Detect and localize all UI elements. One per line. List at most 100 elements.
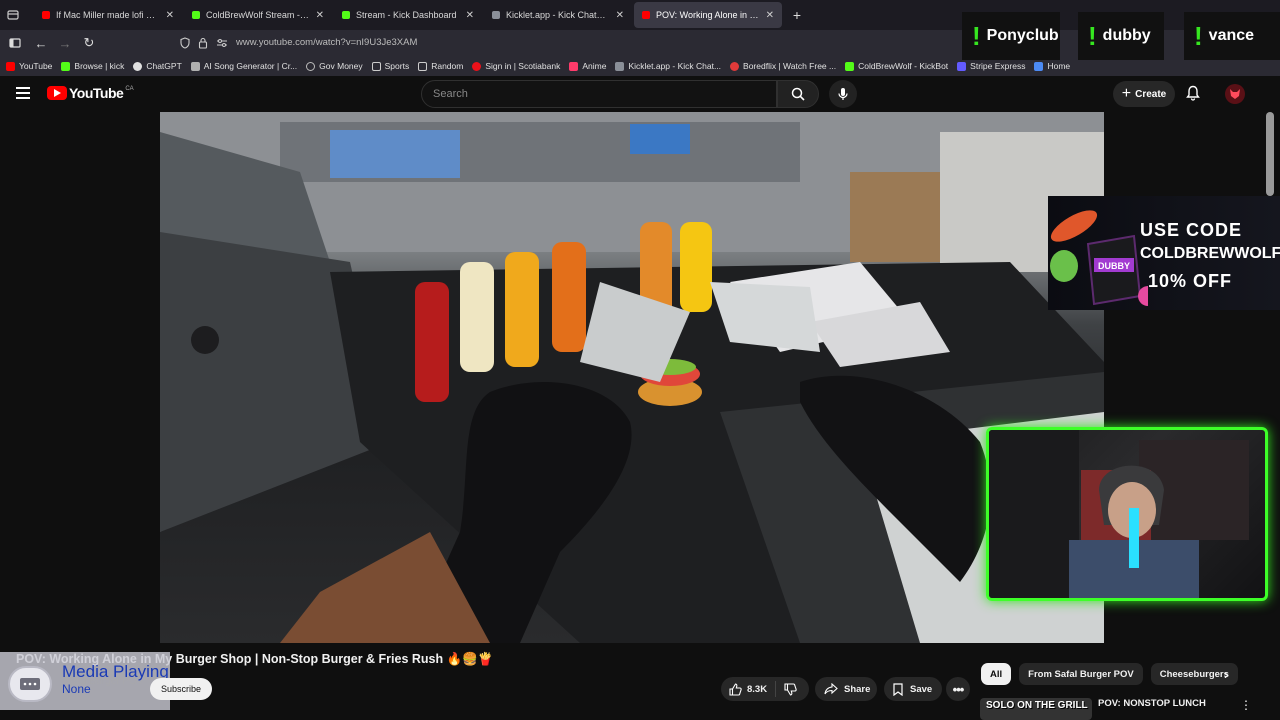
bookmark-icon xyxy=(893,682,903,696)
recommended-title[interactable]: POV: NONSTOP LUNCH xyxy=(1098,698,1206,709)
forward-arrow-icon[interactable]: → xyxy=(53,31,77,55)
exclamation-icon: ! xyxy=(1088,20,1097,51)
youtube-favicon-icon xyxy=(642,11,650,19)
tab-title: Kicklet.app - Kick Chatbot and Streaming xyxy=(506,10,610,20)
reload-icon[interactable]: ↻ xyxy=(77,31,101,55)
close-tab-icon[interactable]: ✕ xyxy=(316,10,324,21)
site-settings-icon[interactable] xyxy=(216,36,228,54)
chip-from-channel[interactable]: From Safal Burger POV xyxy=(1019,663,1143,685)
more-horizontal-icon: ••• xyxy=(952,681,965,697)
notifications-bell-icon[interactable] xyxy=(1186,85,1200,106)
browser-tab[interactable]: If Mac Miller made lofi hip hop ✕ xyxy=(34,2,182,28)
search-input[interactable]: Search xyxy=(421,80,777,108)
bookmark-browse-kick[interactable]: Browse | kick xyxy=(61,61,124,71)
back-arrow-icon[interactable]: ← xyxy=(29,31,53,55)
channel-name[interactable]: Safal Burger POV xyxy=(64,676,143,687)
kick-favicon-icon xyxy=(192,11,200,19)
share-button[interactable]: Share xyxy=(815,677,877,701)
subscribe-button[interactable]: Subscribe xyxy=(150,678,212,700)
streamer-webcam xyxy=(986,427,1268,601)
bookmark-scotiabank[interactable]: Sign in | Scotiabank xyxy=(472,61,560,71)
browser-tab-active[interactable]: POV: Working Alone in My ✕ xyxy=(634,2,782,28)
webcam-feed-image xyxy=(989,430,1249,598)
create-button[interactable]: + Create xyxy=(1113,81,1175,107)
stream-sponsor-tags: ! Ponyclub ! dubby ! vance xyxy=(962,10,1280,62)
shield-icon[interactable] xyxy=(180,36,190,54)
ai-song-icon xyxy=(190,61,200,71)
browser-tab[interactable]: Kicklet.app - Kick Chatbot and Streaming… xyxy=(484,2,632,28)
ad-line: COLDBREWWOLF xyxy=(1140,245,1280,262)
bookmark-stripe-express[interactable]: Stripe Express xyxy=(957,61,1025,71)
close-tab-icon[interactable]: ✕ xyxy=(616,10,624,21)
chevron-right-icon[interactable]: › xyxy=(1224,666,1229,682)
voice-search-button[interactable] xyxy=(829,80,857,108)
bookmark-kicklet[interactable]: Kicklet.app - Kick Chat... xyxy=(615,61,721,71)
plus-icon: + xyxy=(1121,85,1132,102)
thumbnail-text: SOLO ON THE GRILL xyxy=(986,700,1088,711)
boredflix-icon xyxy=(730,61,740,71)
tab-title: POV: Working Alone in My xyxy=(656,10,760,20)
sponsor-tag: ! vance xyxy=(1184,12,1280,60)
search-button[interactable] xyxy=(777,80,819,108)
search-icon xyxy=(791,87,805,101)
bookmark-chatgpt[interactable]: ChatGPT xyxy=(133,61,182,71)
page-scrollbar[interactable] xyxy=(1266,112,1274,196)
save-button[interactable]: Save xyxy=(884,677,942,701)
more-vertical-icon[interactable]: ⋮ xyxy=(1240,698,1252,712)
chatgpt-icon xyxy=(133,61,143,71)
folder-icon xyxy=(371,61,381,71)
recommended-thumbnail[interactable]: SOLO ON THE GRILL xyxy=(980,698,1092,720)
folder-icon xyxy=(418,61,428,71)
menu-icon[interactable] xyxy=(16,87,30,102)
exclamation-icon: ! xyxy=(972,20,981,51)
bookmark-anime[interactable]: Anime xyxy=(569,61,606,71)
browser-tab[interactable]: Stream - Kick Dashboard ✕ xyxy=(334,2,482,28)
video-player[interactable] xyxy=(160,112,1104,643)
anime-icon xyxy=(569,61,579,71)
bookmark-youtube[interactable]: YouTube xyxy=(6,61,52,71)
lock-icon[interactable] xyxy=(198,36,208,54)
media-icon xyxy=(8,666,52,702)
like-dislike-group: 8.3K xyxy=(721,677,809,701)
sidebar-toggle-icon[interactable] xyxy=(3,31,27,55)
exclamation-icon: ! xyxy=(1194,20,1203,51)
close-tab-icon[interactable]: ✕ xyxy=(766,10,774,21)
video-frame-image xyxy=(160,112,1104,643)
like-count: 8.3K xyxy=(747,683,768,695)
bookmark-kickbot[interactable]: ColdBrewWolf - KickBot xyxy=(845,61,948,71)
youtube-play-icon xyxy=(47,86,67,100)
sponsor-tag: ! dubby xyxy=(1078,12,1164,60)
chip-all[interactable]: All xyxy=(981,663,1012,685)
bookmark-folder-sports[interactable]: Sports xyxy=(371,61,409,71)
like-button[interactable]: 8.3K xyxy=(721,681,777,697)
close-tab-icon[interactable]: ✕ xyxy=(466,10,474,21)
kick-favicon-icon xyxy=(342,11,350,19)
new-tab-button[interactable]: + xyxy=(786,4,808,26)
tab-list-icon[interactable] xyxy=(0,0,26,30)
account-avatar[interactable] xyxy=(1225,84,1245,104)
recommended-video[interactable]: SOLO ON THE GRILL POV: NONSTOP LUNCH ⋮ xyxy=(980,698,1280,720)
wolf-avatar-icon xyxy=(1230,89,1240,99)
close-tab-icon[interactable]: ✕ xyxy=(166,10,174,21)
stripe-icon xyxy=(957,61,967,71)
browser-tab[interactable]: ColdBrewWolf Stream - Watch Live ✕ xyxy=(184,2,332,28)
share-arrow-icon xyxy=(824,683,838,695)
bookmark-ai-song-generator[interactable]: AI Song Generator | Cr... xyxy=(190,61,297,71)
thumbs-up-icon xyxy=(729,682,742,696)
sponsor-tag: ! Ponyclub xyxy=(962,12,1060,60)
address-bar-url[interactable]: www.youtube.com/watch?v=nI9U3Je3XAM xyxy=(236,37,417,48)
more-actions-button[interactable]: ••• xyxy=(946,677,970,701)
bookmark-boredflix[interactable]: Boredflix | Watch Free ... xyxy=(730,61,836,71)
youtube-icon xyxy=(6,61,15,71)
bookmark-home[interactable]: Home xyxy=(1034,61,1070,71)
microphone-icon xyxy=(838,88,848,100)
bookmark-folder-random[interactable]: Random xyxy=(418,61,463,71)
tab-title: Stream - Kick Dashboard xyxy=(356,10,457,20)
bookmark-gov-money[interactable]: Gov Money xyxy=(306,61,363,71)
kicklet-favicon-icon xyxy=(492,11,500,19)
youtube-favicon-icon xyxy=(42,11,50,19)
globe-icon xyxy=(306,61,316,71)
youtube-logo[interactable]: YouTube CA xyxy=(47,85,134,101)
dislike-button[interactable] xyxy=(776,682,805,696)
kicklet-icon xyxy=(615,61,625,71)
